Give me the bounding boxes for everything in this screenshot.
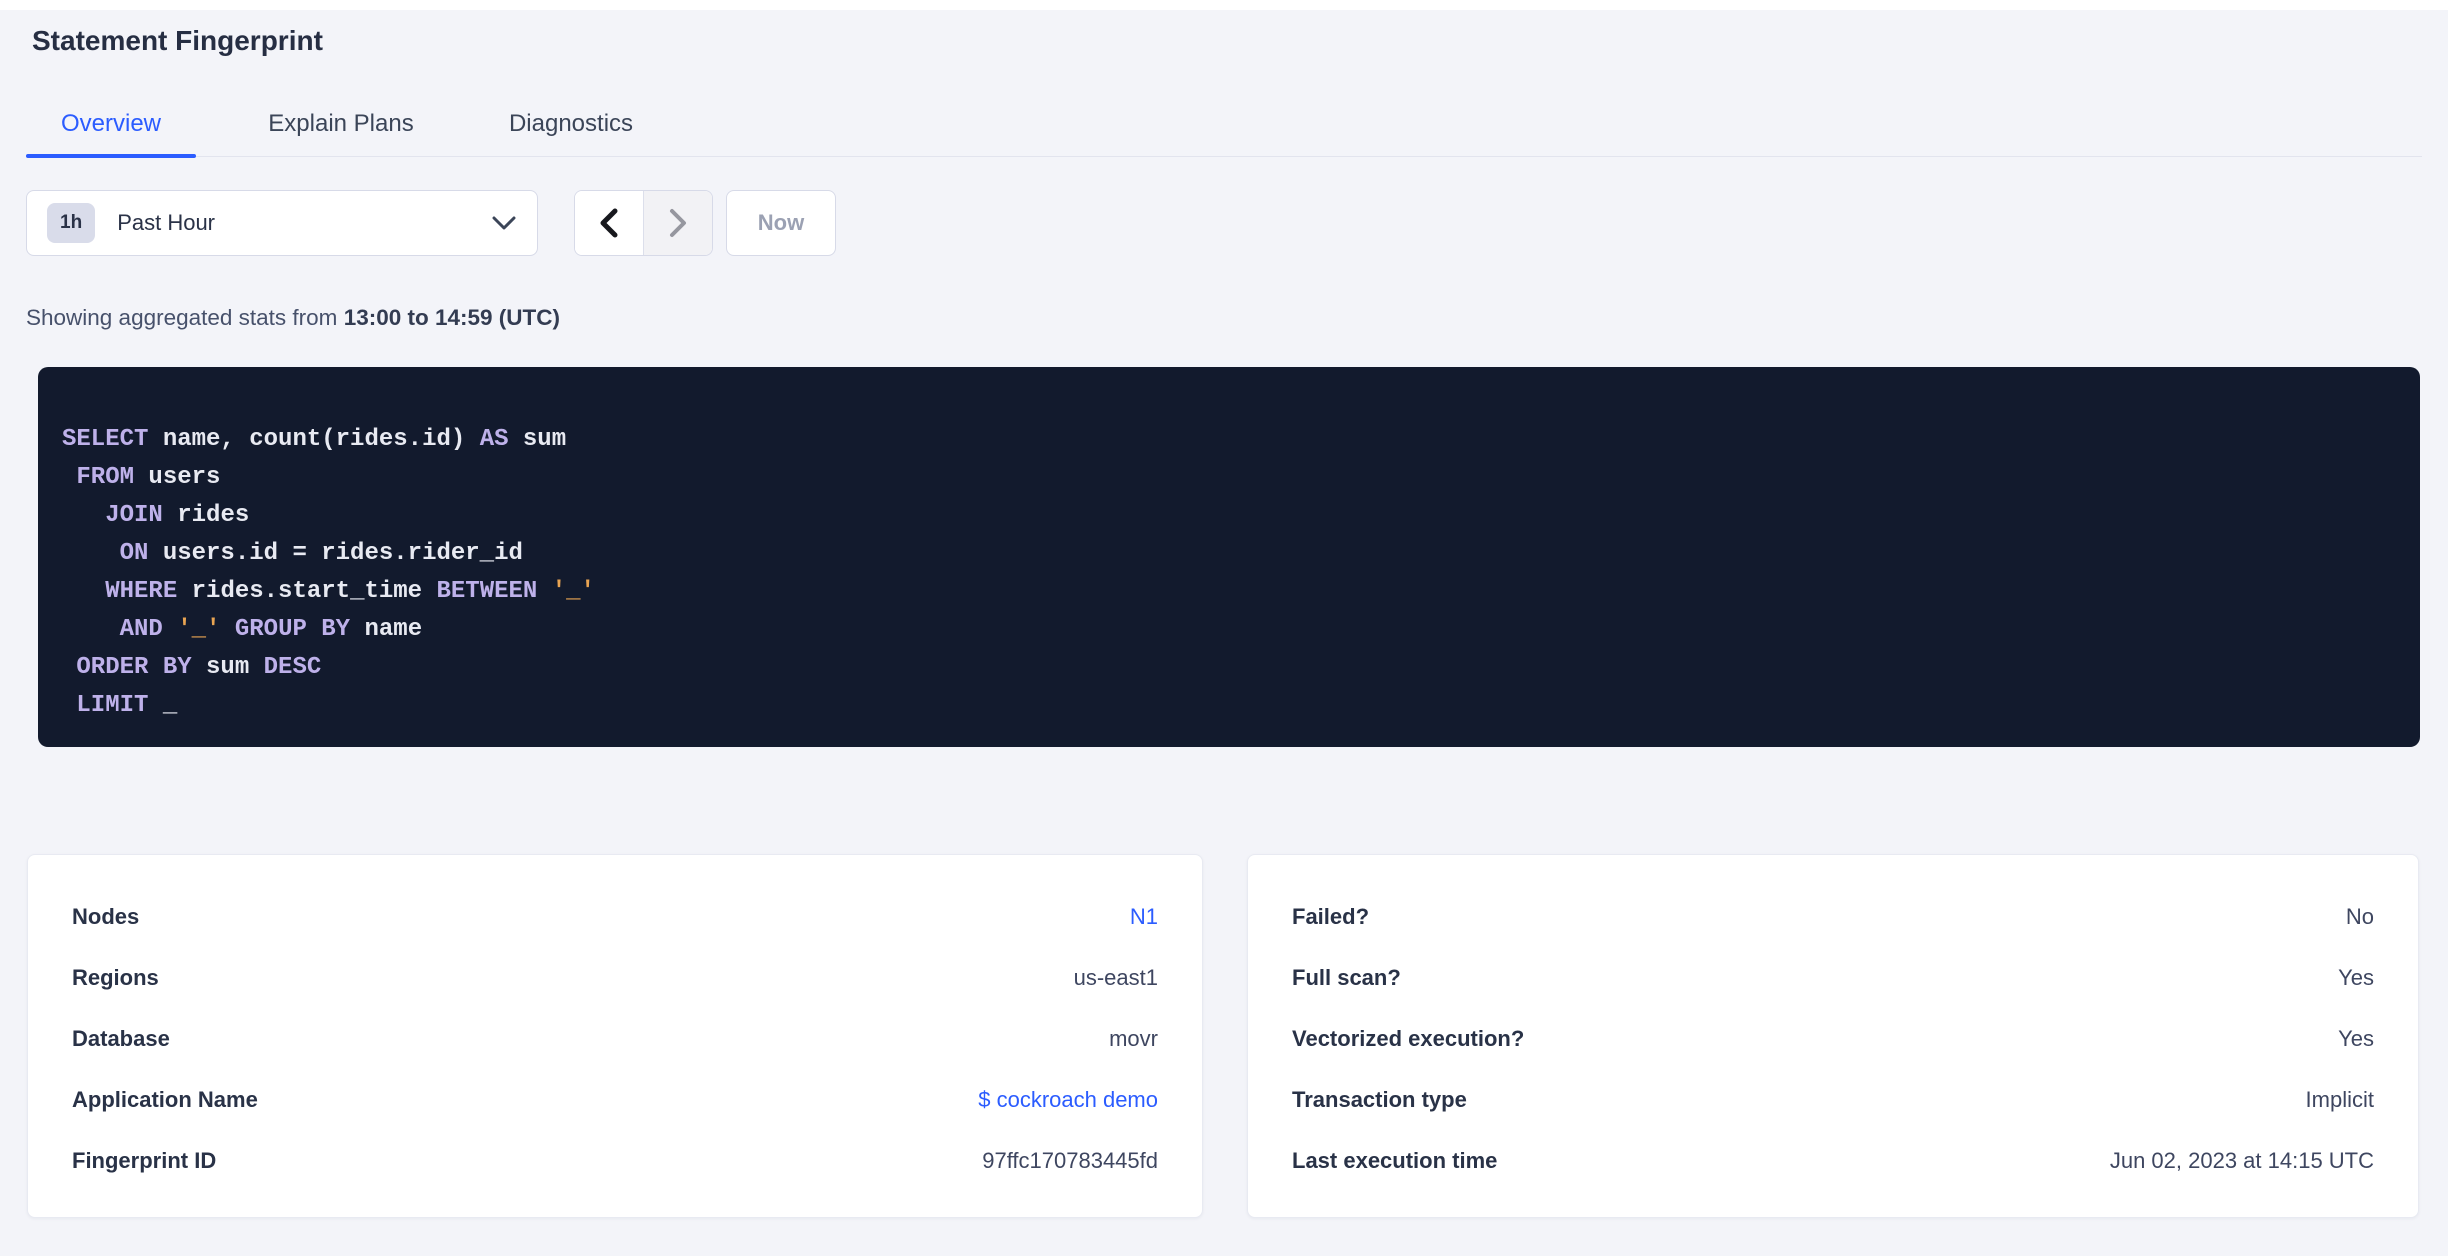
time-range-selected: Past Hour <box>117 210 216 235</box>
now-button[interactable]: Now <box>726 190 836 256</box>
chevron-down-icon <box>491 215 517 231</box>
table-row: Application Name $ cockroach demo <box>72 1069 1158 1130</box>
stats-prefix: Showing aggregated stats from <box>26 305 344 330</box>
row-label-full-scan: Full scan? <box>1292 964 1401 990</box>
table-row: Transaction type Implicit <box>1292 1069 2374 1130</box>
failed-value: No <box>2345 903 2374 929</box>
table-row: Full scan? Yes <box>1292 947 2374 1008</box>
table-row: Failed? No <box>1292 886 2374 947</box>
execution-attributes-card: Failed? No Full scan? Yes Vectorized exe… <box>1247 854 2419 1218</box>
database-value: movr <box>1109 1025 1158 1051</box>
row-label-application-name: Application Name <box>72 1086 258 1112</box>
sql-statement-box: SELECT name, count(rides.id) AS sum FROM… <box>38 367 2420 747</box>
nodes-link[interactable]: N1 <box>1130 904 1158 930</box>
table-row: Fingerprint ID 97ffc170783445fd <box>72 1130 1158 1191</box>
stats-range: 13:00 to 14:59 (UTC) <box>343 305 560 330</box>
time-step-buttons <box>574 190 713 256</box>
time-controls: 1h Past Hour Now <box>26 190 2422 256</box>
table-row: Nodes N1 <box>72 886 1158 947</box>
row-label-nodes: Nodes <box>72 903 140 929</box>
next-time-button[interactable] <box>643 191 712 255</box>
sql-code: SELECT name, count(rides.id) AS sum FROM… <box>62 426 595 719</box>
application-name-link[interactable]: $ cockroach demo <box>978 1087 1158 1113</box>
table-row: Vectorized execution? Yes <box>1292 1008 2374 1069</box>
table-row: Regions us-east1 <box>72 947 1158 1008</box>
row-label-regions: Regions <box>72 964 159 990</box>
row-label-transaction-type: Transaction type <box>1292 1086 1467 1112</box>
top-strip <box>0 0 2448 10</box>
tab-bar: Overview Explain Plans Diagnostics <box>26 110 2422 158</box>
full-scan-value: Yes <box>2338 964 2374 990</box>
row-label-vectorized-execution: Vectorized execution? <box>1292 1025 1525 1051</box>
regions-value: us-east1 <box>1073 964 1158 990</box>
summary-cards: Nodes N1 Regions us-east1 Database movr … <box>26 854 2422 1218</box>
vectorized-execution-value: Yes <box>2338 1025 2374 1051</box>
tab-explain-plans[interactable]: Explain Plans <box>256 110 426 156</box>
table-row: Last execution time Jun 02, 2023 at 14:1… <box>1292 1130 2374 1191</box>
last-execution-time-value: Jun 02, 2023 at 14:15 UTC <box>2109 1147 2374 1173</box>
time-range-dropdown[interactable]: 1h Past Hour <box>26 190 538 256</box>
row-label-fingerprint-id: Fingerprint ID <box>72 1147 217 1173</box>
tab-overview[interactable]: Overview <box>26 110 196 158</box>
row-label-last-execution-time: Last execution time <box>1292 1147 1498 1173</box>
previous-time-button[interactable] <box>575 191 643 255</box>
tab-diagnostics[interactable]: Diagnostics <box>486 110 656 156</box>
row-label-database: Database <box>72 1025 170 1051</box>
row-label-failed: Failed? <box>1292 903 1370 929</box>
chevron-left-icon <box>599 208 619 238</box>
time-range-badge: 1h <box>47 203 96 243</box>
table-row: Database movr <box>72 1008 1158 1069</box>
page-title: Statement Fingerprint <box>32 25 323 56</box>
statement-details-card: Nodes N1 Regions us-east1 Database movr … <box>27 854 1203 1218</box>
statement-fingerprint-page: Statement Fingerprint Overview Explain P… <box>0 24 2448 1218</box>
fingerprint-id-value: 97ffc170783445fd <box>982 1147 1158 1173</box>
transaction-type-value: Implicit <box>2305 1086 2374 1112</box>
aggregated-stats-line: Showing aggregated stats from 13:00 to 1… <box>26 303 2422 333</box>
chevron-right-icon <box>668 208 688 238</box>
